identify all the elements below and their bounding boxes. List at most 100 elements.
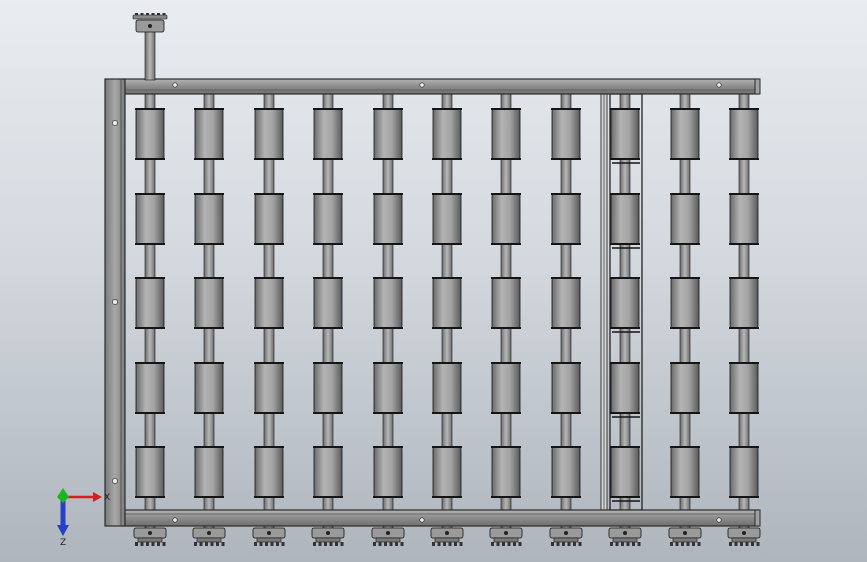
roller bbox=[551, 446, 581, 498]
roller bbox=[313, 362, 343, 414]
sprocket-tooth bbox=[615, 542, 619, 546]
frame-bolt-hole bbox=[716, 82, 722, 88]
roller bbox=[551, 277, 581, 329]
roller bbox=[254, 362, 284, 414]
bearing-flange bbox=[612, 537, 638, 543]
sprocket-tooth bbox=[329, 542, 333, 546]
bearing-bolt bbox=[267, 531, 271, 535]
roller bbox=[551, 193, 581, 245]
roller bbox=[432, 108, 462, 160]
sprocket-tooth bbox=[692, 542, 695, 546]
sprocket-tooth bbox=[562, 542, 565, 546]
roller bbox=[670, 446, 700, 498]
roller bbox=[313, 193, 343, 245]
z-axis-label: Z bbox=[60, 538, 66, 548]
bearing-flange bbox=[256, 537, 282, 543]
sprocket-tooth bbox=[151, 542, 155, 546]
roller bbox=[254, 193, 284, 245]
bearing-bolt bbox=[623, 531, 627, 535]
bearing-flange bbox=[137, 537, 163, 543]
roller bbox=[194, 193, 224, 245]
sprocket-tooth bbox=[210, 542, 214, 546]
bearing-bolt bbox=[504, 531, 508, 535]
frame-side-bolt-hole bbox=[112, 478, 118, 484]
sprocket-tooth bbox=[675, 542, 679, 546]
roller bbox=[373, 362, 403, 414]
sprocket-tooth bbox=[734, 542, 738, 546]
roller bbox=[373, 193, 403, 245]
roller bbox=[551, 108, 581, 160]
roller bbox=[491, 362, 521, 414]
sprocket-tooth bbox=[194, 542, 197, 546]
roller bbox=[254, 277, 284, 329]
roller bbox=[135, 193, 165, 245]
sprocket-tooth bbox=[340, 542, 344, 546]
sprocket-tooth bbox=[157, 542, 160, 546]
cad-viewport[interactable]: X Z bbox=[0, 0, 867, 562]
sprocket-tooth bbox=[491, 542, 494, 546]
sprocket-tooth bbox=[573, 542, 576, 546]
roller bbox=[729, 193, 759, 245]
roller bbox=[491, 277, 521, 329]
frame-side-bolt-hole bbox=[112, 120, 118, 126]
drive-bearing-bolt bbox=[148, 24, 152, 28]
sprocket-tooth bbox=[313, 542, 316, 546]
roller bbox=[194, 277, 224, 329]
bearing-flange bbox=[731, 537, 757, 543]
roller bbox=[135, 362, 165, 414]
sprocket-tooth bbox=[686, 542, 690, 546]
roller bbox=[610, 446, 640, 498]
bearing-flange bbox=[553, 537, 579, 543]
frame-bolt-hole bbox=[172, 517, 178, 523]
frame-end-cap bbox=[754, 509, 761, 527]
roller bbox=[194, 362, 224, 414]
frame-bolt-hole bbox=[419, 82, 425, 88]
frame-bolt-hole bbox=[172, 82, 178, 88]
x-axis-label: X bbox=[104, 493, 110, 503]
sprocket-tooth bbox=[276, 542, 279, 546]
sprocket-tooth bbox=[335, 542, 338, 546]
roller bbox=[194, 108, 224, 160]
sprocket-tooth bbox=[432, 542, 435, 546]
roller bbox=[729, 277, 759, 329]
frame-bolt-hole bbox=[716, 517, 722, 523]
z-axis-arrow bbox=[57, 525, 69, 536]
roller bbox=[670, 108, 700, 160]
sprocket-tooth bbox=[610, 542, 613, 546]
roller bbox=[729, 446, 759, 498]
roller bbox=[551, 362, 581, 414]
bearing-bolt bbox=[564, 531, 568, 535]
x-axis-arrow bbox=[93, 492, 102, 502]
axis-triad: X Z bbox=[57, 488, 110, 548]
sprocket-tooth bbox=[221, 542, 225, 546]
bearing-flange bbox=[196, 537, 222, 543]
roller bbox=[610, 277, 640, 329]
drive-sprocket bbox=[132, 14, 168, 20]
roller bbox=[254, 108, 284, 160]
sprocket-tooth bbox=[378, 542, 382, 546]
roller bbox=[432, 362, 462, 414]
frame-bottom-rail bbox=[122, 509, 760, 527]
roller bbox=[313, 108, 343, 160]
bearing-flange bbox=[315, 537, 341, 543]
sprocket-tooth bbox=[567, 542, 571, 546]
bearing-bolt bbox=[207, 531, 211, 535]
sprocket-tooth bbox=[395, 542, 398, 546]
roller bbox=[373, 108, 403, 160]
roller bbox=[491, 193, 521, 245]
frame-side-bolt-hole bbox=[112, 299, 118, 305]
bearing-bolt bbox=[742, 531, 746, 535]
bearing-bolt bbox=[386, 531, 390, 535]
sprocket-tooth bbox=[324, 542, 327, 546]
sprocket-tooth bbox=[729, 542, 732, 546]
sprocket-tooth bbox=[135, 542, 138, 546]
sprocket-tooth bbox=[551, 542, 554, 546]
sprocket-tooth bbox=[265, 542, 268, 546]
sprocket-tooth bbox=[400, 542, 404, 546]
bearing-bolt bbox=[148, 531, 152, 535]
sprocket-tooth bbox=[556, 542, 560, 546]
sprocket-tooth bbox=[437, 542, 441, 546]
bearing-flange bbox=[672, 537, 698, 543]
roller bbox=[432, 193, 462, 245]
roller bbox=[670, 362, 700, 414]
